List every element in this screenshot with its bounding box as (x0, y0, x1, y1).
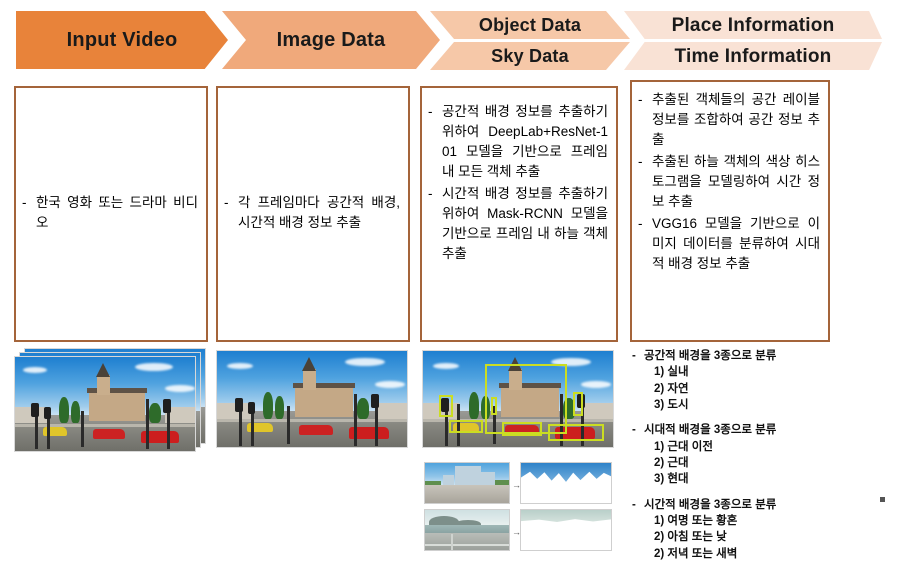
sky-source-seaside-photo (424, 509, 510, 551)
stage-label-place-information: Place Information (671, 14, 835, 36)
detection-box (548, 424, 604, 441)
group-dash: - (632, 424, 636, 437)
classification-group-time: - 시간적 배경을 3종으로 분류 1) 여명 또는 황혼 2) 아침 또는 낮… (632, 497, 890, 562)
bullet-dash: - (428, 104, 433, 119)
bullet-dash: - (638, 92, 643, 107)
stage-chevron-time-information: Time Information (624, 42, 882, 70)
group-item: 2) 근대 (654, 456, 689, 469)
group-item: 2) 저녁 또는 새벽 (654, 547, 738, 560)
group-item: 1) 실내 (654, 366, 689, 379)
bullet-dash: - (224, 195, 229, 211)
classification-group-space: - 공간적 배경을 3종으로 분류 1) 실내 2) 자연 3) 도시 (632, 348, 890, 413)
stage-chevron-image-data: Image Data (222, 11, 440, 69)
frame-stack-front (14, 356, 196, 452)
street-scene-image (216, 350, 408, 448)
group-item: 1) 여명 또는 황혼 (654, 514, 738, 527)
group-title: 시간적 배경을 3종으로 분류 (644, 498, 777, 511)
figure-video-frame-stack (14, 348, 214, 458)
description-box-image-data: - 각 프레임마다 공간적 배경, 시간적 배경 정보 추출 (216, 86, 410, 342)
group-item: 2) 아침 또는 낮 (654, 531, 727, 544)
bullet-text: 공간적 배경 정보를 추출하기 위하여 DeepLab+ResNet-101 모… (442, 104, 608, 179)
sky-mask-city (520, 462, 612, 504)
description-box-object-sky-data: - 공간적 배경 정보를 추출하기 위하여 DeepLab+ResNet-101… (420, 86, 618, 342)
group-dash: - (632, 498, 636, 511)
stage-chevron-place-information: Place Information (624, 11, 882, 39)
bullet-text: 추출된 하늘 객체의 색상 히스토그램을 모델링하여 시간 정보 추출 (652, 153, 820, 209)
stage-label-sky-data: Sky Data (491, 46, 569, 66)
bullet-text: 한국 영화 또는 드라마 비디오 (36, 195, 198, 230)
bullet-dash: - (428, 185, 433, 201)
group-item: 3) 도시 (654, 398, 689, 411)
stage-label-input-video: Input Video (66, 29, 178, 51)
bullet-text: 각 프레임마다 공간적 배경, 시간적 배경 정보 추출 (238, 195, 400, 230)
bullet-item: - 추출된 하늘 객체의 색상 히스토그램을 모델링하여 시간 정보 추출 (638, 152, 820, 212)
group-title: 공간적 배경을 3종으로 분류 (644, 350, 777, 362)
sky-source-city-street-photo (424, 462, 510, 504)
figure-street-scene-frame (216, 350, 412, 452)
detection-box (573, 392, 583, 416)
detection-box (502, 422, 542, 436)
group-item: 1) 근대 이전 (654, 440, 713, 453)
bullet-item: - 추출된 객체들의 공간 레이블 정보를 조합하여 공간 정보 추출 (638, 90, 820, 150)
sky-mask-sea (520, 509, 612, 551)
bullet-text: VGG16 모델을 기반으로 이미지 데이터를 분류하여 시대적 배경 정보 추… (652, 215, 820, 271)
bullet-dash: - (638, 215, 643, 231)
description-box-place-time-information: - 추출된 객체들의 공간 레이블 정보를 조합하여 공간 정보 추출 - 추출… (630, 80, 830, 342)
group-item: 2) 자연 (654, 382, 689, 395)
detection-box (491, 397, 497, 415)
group-dash: - (632, 350, 636, 362)
stage-chevron-object-data: Object Data (430, 11, 630, 39)
stage-label-time-information: Time Information (674, 45, 832, 67)
group-item: 3) 현대 (654, 473, 689, 486)
group-title: 시대적 배경을 3종으로 분류 (644, 424, 777, 437)
description-box-input-video: - 한국 영화 또는 드라마 비디오 (14, 86, 208, 342)
bullet-dash: - (638, 153, 643, 169)
bullet-text: 추출된 객체들의 공간 레이블 정보를 조합하여 공간 정보 추출 (652, 92, 820, 147)
detection-box (449, 420, 483, 433)
figure-street-scene-with-detections (422, 350, 618, 452)
stage-chevron-input-video: Input Video (16, 11, 228, 69)
classification-list: - 공간적 배경을 3종으로 분류 1) 실내 2) 자연 3) 도시 - 시대… (632, 348, 890, 571)
classification-group-era: - 시대적 배경을 3종으로 분류 1) 근대 이전 2) 근대 3) 현대 (632, 422, 890, 487)
stage-chevron-sky-data: Sky Data (430, 42, 630, 70)
bullet-text: 시간적 배경 정보를 추출하기 위하여 Mask-RCNN 모델을 기반으로 프… (442, 185, 608, 261)
stage-label-object-data: Object Data (478, 15, 582, 35)
stage-label-image-data: Image Data (276, 29, 386, 51)
detection-image (422, 350, 614, 448)
bullet-item: - VGG16 모델을 기반으로 이미지 데이터를 분류하여 시대적 배경 정보… (638, 214, 820, 274)
detection-box (439, 395, 453, 417)
diagram-canvas: Input Video Image Data Object Data Sky D… (0, 0, 897, 562)
bullet-item: - 시간적 배경 정보를 추출하기 위하여 Mask-RCNN 모델을 기반으로… (428, 184, 608, 264)
bullet-item: - 한국 영화 또는 드라마 비디오 (22, 193, 198, 233)
bullet-item: - 각 프레임마다 공간적 배경, 시간적 배경 정보 추출 (224, 193, 400, 233)
bullet-item: - 공간적 배경 정보를 추출하기 위하여 DeepLab+ResNet-101… (428, 102, 608, 182)
figure-sky-extraction-grid: → → (424, 462, 624, 557)
bullet-dash: - (22, 195, 27, 211)
